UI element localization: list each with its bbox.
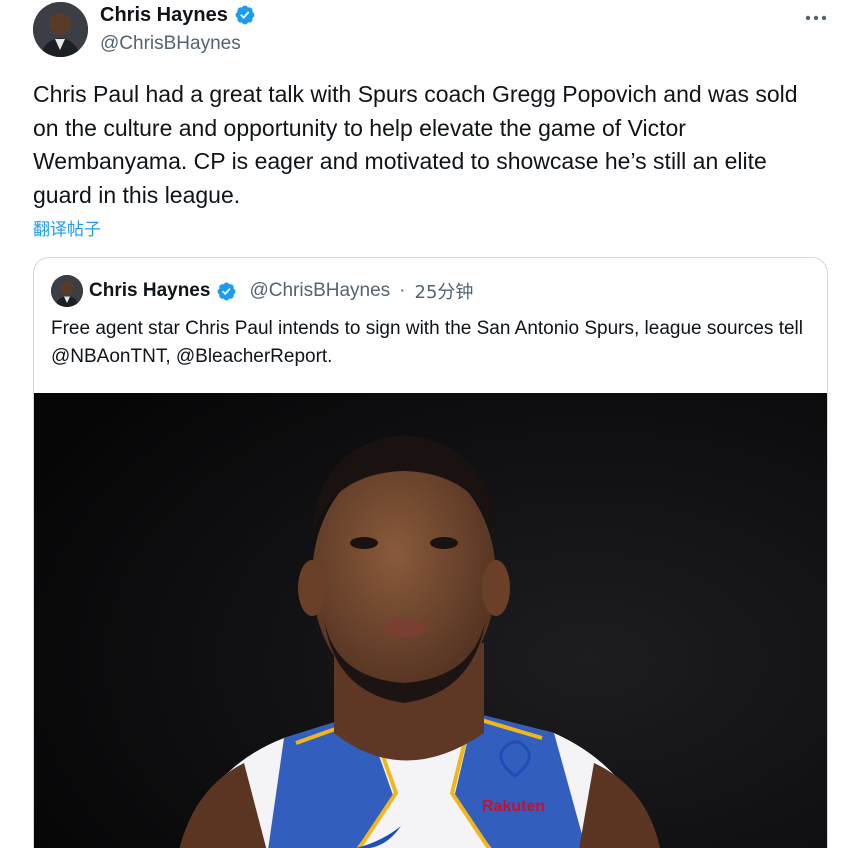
jersey-sponsor-text: Rakuten [482,798,545,815]
quoted-author-name[interactable]: Chris Haynes [89,280,210,302]
verified-badge-icon [217,282,236,300]
quoted-author-handle[interactable]: @ChrisBHaynes [249,280,390,302]
author-avatar[interactable] [33,2,88,57]
tweet-text: Chris Paul had a great talk with Spurs c… [33,81,798,208]
avatar-image [51,275,83,307]
quoted-timestamp[interactable]: 25分钟 [415,278,474,304]
quoted-tweet[interactable]: Chris Haynes @ChrisBHaynes · 25分钟 Free a… [33,257,828,848]
translate-post-link[interactable]: 翻译帖子 [33,215,101,240]
more-horizontal-icon [805,15,827,21]
separator-dot: · [399,280,406,301]
quoted-tweet-image[interactable]: Rakuten [34,393,827,848]
quoted-tweet-text: Free agent star Chris Paul intends to si… [51,318,803,367]
avatar-image [33,2,88,57]
author-handle[interactable]: @ChrisBHaynes [100,32,256,56]
author-name[interactable]: Chris Haynes [100,2,228,28]
player-photo: Rakuten [34,393,827,848]
verified-badge-icon [235,5,255,25]
author-name-row[interactable]: Chris Haynes [100,2,256,28]
more-options-icon[interactable] [805,6,827,24]
author-block: Chris Haynes @ChrisBHaynes [100,2,256,56]
quoted-tweet-header: Chris Haynes @ChrisBHaynes · 25分钟 [51,275,473,307]
quoted-author-avatar[interactable] [51,275,83,307]
